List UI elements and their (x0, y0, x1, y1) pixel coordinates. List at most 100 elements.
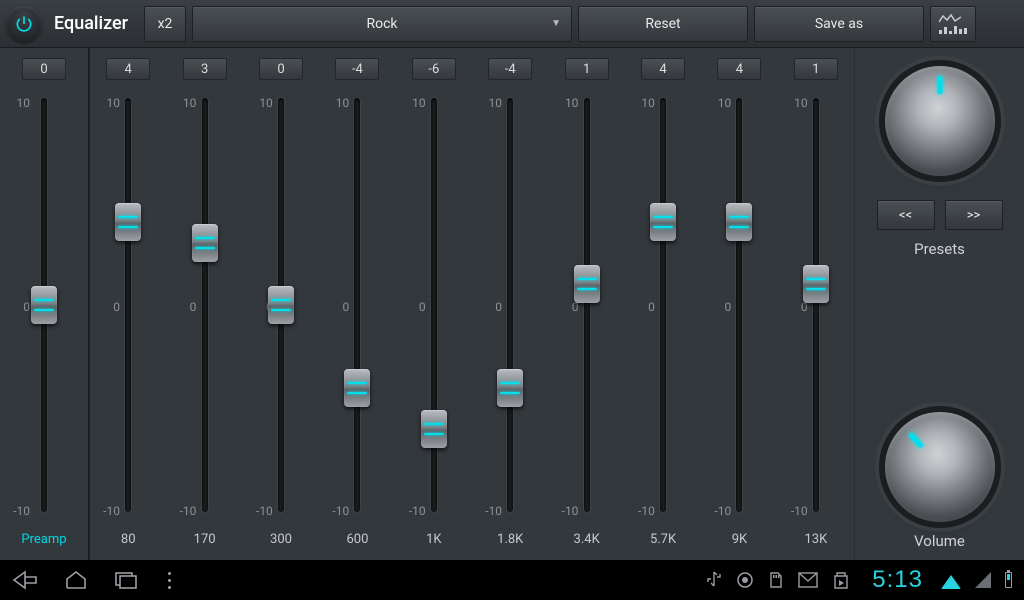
bands-area: 4100-10803100-101700100-10300-4100-10600… (90, 48, 854, 560)
band-slider[interactable]: 100-10 (166, 90, 242, 532)
preamp-label: Preamp (21, 532, 66, 554)
band-value-badge[interactable]: 0 (259, 58, 303, 80)
waveform-icon (939, 14, 961, 24)
preset-dropdown[interactable]: Rock ▼ (192, 6, 572, 42)
sync-icon (736, 571, 754, 589)
band-thumb[interactable] (421, 410, 447, 448)
volume-label: Volume (914, 532, 965, 550)
band-freq-label: 1K (426, 532, 441, 554)
band-thumb[interactable] (574, 265, 600, 303)
battery-charging-icon (1005, 572, 1012, 588)
band-freq-label: 600 (346, 532, 368, 554)
band-value-badge[interactable]: 1 (794, 58, 838, 80)
band-scale: 100-10 (96, 90, 120, 532)
preset-next-button[interactable]: >> (945, 200, 1003, 230)
band-slider[interactable]: 100-10 (243, 90, 319, 532)
volume-knob[interactable] (885, 412, 995, 522)
preamp-scale: 100-10 (6, 90, 30, 532)
band-value-badge[interactable]: 3 (183, 58, 227, 80)
preamp-slider[interactable]: 100-10 (0, 90, 88, 532)
band-freq-label: 80 (121, 532, 136, 554)
preamp-value-badge[interactable]: 0 (22, 58, 66, 80)
usb-icon (706, 571, 722, 589)
band-column-13K: 1 100-1013K (778, 58, 854, 554)
clock[interactable]: 5:13 (872, 566, 923, 594)
band-freq-label: 9K (732, 532, 747, 554)
scale-toggle-button[interactable]: x2 (144, 6, 186, 42)
eq-bars-icon (939, 25, 967, 34)
band-slider[interactable]: 100-10 (319, 90, 395, 532)
band-column-600: -4 100-10600 (319, 58, 395, 554)
eq-graph-button[interactable] (930, 6, 976, 42)
power-icon (14, 14, 34, 34)
chevron-down-icon: ▼ (551, 18, 561, 29)
band-thumb[interactable] (497, 369, 523, 407)
band-scale: 100-10 (784, 90, 808, 532)
band-value-badge[interactable]: 1 (565, 58, 609, 80)
band-slider[interactable]: 100-10 (548, 90, 624, 532)
band-thumb[interactable] (650, 203, 676, 241)
band-freq-label: 170 (194, 532, 216, 554)
overflow-menu-icon[interactable] (168, 572, 171, 589)
band-value-badge[interactable]: -4 (488, 58, 532, 80)
recent-apps-icon[interactable] (114, 570, 138, 590)
preamp-thumb[interactable] (31, 286, 57, 324)
band-column-1.8K: -4 100-101.8K (472, 58, 548, 554)
band-freq-label: 5.7K (650, 532, 676, 554)
band-scale: 100-10 (325, 90, 349, 532)
band-slider[interactable]: 100-10 (396, 90, 472, 532)
band-slider[interactable]: 100-10 (701, 90, 777, 532)
band-thumb[interactable] (115, 203, 141, 241)
band-column-170: 3 100-10170 (166, 58, 242, 554)
back-icon[interactable] (12, 570, 38, 590)
band-value-badge[interactable]: 4 (717, 58, 761, 80)
band-freq-label: 1.8K (497, 532, 523, 554)
band-value-badge[interactable]: -6 (412, 58, 456, 80)
power-toggle-button[interactable] (6, 6, 42, 42)
band-freq-label: 300 (270, 532, 292, 554)
band-value-badge[interactable]: 4 (641, 58, 685, 80)
band-value-badge[interactable]: 4 (106, 58, 150, 80)
band-slider[interactable]: 100-10 (778, 90, 854, 532)
band-thumb[interactable] (192, 224, 218, 262)
equalizer-main: 0 100-10 Preamp 4100-10803100-101700100-… (0, 48, 1024, 560)
presets-label: Presets (914, 240, 965, 258)
page-title: Equalizer (54, 13, 128, 34)
top-toolbar: Equalizer x2 Rock ▼ Reset Save as (0, 0, 1024, 48)
save-as-button[interactable]: Save as (754, 6, 924, 42)
reset-button[interactable]: Reset (578, 6, 748, 42)
band-slider[interactable]: 100-10 (472, 90, 548, 532)
band-column-80: 4 100-1080 (90, 58, 166, 554)
gmail-icon (798, 572, 818, 588)
band-column-1K: -6 100-101K (396, 58, 472, 554)
band-freq-label: 13K (804, 532, 827, 554)
android-navbar: 5:13 (0, 560, 1024, 600)
band-column-9K: 4 100-109K (701, 58, 777, 554)
band-scale: 100-10 (172, 90, 196, 532)
band-scale: 100-10 (402, 90, 426, 532)
right-panel: << >> Presets Volume (854, 48, 1024, 560)
preset-prev-button[interactable]: << (877, 200, 935, 230)
band-scale: 100-10 (554, 90, 578, 532)
band-slider[interactable]: 100-10 (625, 90, 701, 532)
band-scale: 100-10 (707, 90, 731, 532)
band-column-300: 0 100-10300 (243, 58, 319, 554)
band-thumb[interactable] (803, 265, 829, 303)
band-thumb[interactable] (344, 369, 370, 407)
cell-signal-icon (975, 572, 991, 588)
band-value-badge[interactable]: -4 (335, 58, 379, 80)
band-column-5.7K: 4 100-105.7K (625, 58, 701, 554)
play-store-icon (832, 570, 850, 590)
preset-knob[interactable] (885, 66, 995, 176)
band-scale: 100-10 (478, 90, 502, 532)
preamp-column: 0 100-10 Preamp (0, 48, 90, 560)
wifi-icon (941, 575, 961, 589)
preset-dropdown-label: Rock (366, 16, 397, 32)
band-thumb[interactable] (268, 286, 294, 324)
home-icon[interactable] (64, 570, 88, 590)
band-column-3.4K: 1100-103.4K (548, 58, 624, 554)
band-thumb[interactable] (726, 203, 752, 241)
band-scale: 100-10 (631, 90, 655, 532)
band-slider[interactable]: 100-10 (90, 90, 166, 532)
sd-card-icon (768, 571, 784, 589)
